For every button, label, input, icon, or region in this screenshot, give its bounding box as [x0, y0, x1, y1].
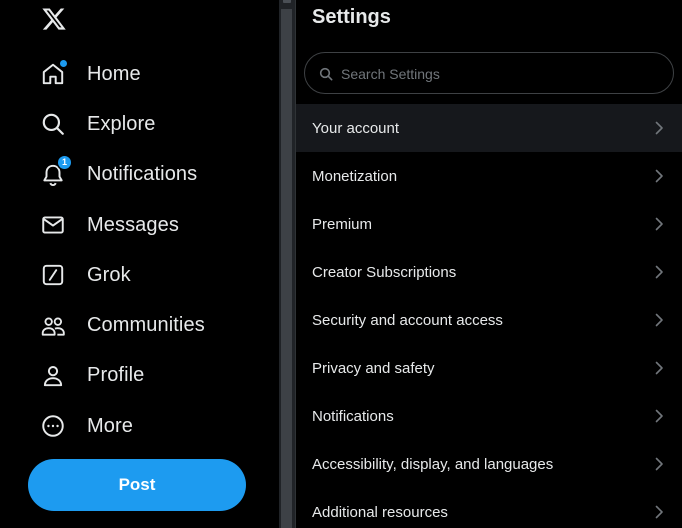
search-icon — [319, 67, 333, 81]
search-icon — [40, 111, 66, 137]
primary-nav: Home Explore 1 Notifications Messages Gr… — [0, 49, 278, 451]
envelope-icon — [40, 212, 66, 238]
nav-item-notifications[interactable]: 1 Notifications — [0, 150, 278, 200]
chevron-right-icon — [654, 217, 664, 231]
nav-item-grok[interactable]: Grok — [0, 250, 278, 300]
people-icon — [40, 313, 66, 339]
sidebar-scrollbar[interactable] — [279, 0, 295, 528]
chevron-right-icon — [654, 313, 664, 327]
settings-item-label: Notifications — [312, 407, 394, 425]
nav-item-explore[interactable]: Explore — [0, 99, 278, 149]
settings-item-label: Security and account access — [312, 311, 503, 329]
nav-item-more[interactable]: More — [0, 401, 278, 451]
settings-item-notifications[interactable]: Notifications — [296, 392, 682, 440]
home-icon — [40, 60, 67, 87]
settings-item-accessibility[interactable]: Accessibility, display, and languages — [296, 440, 682, 488]
nav-label: More — [87, 414, 133, 437]
nav-label: Home — [87, 62, 141, 85]
nav-label: Notifications — [87, 163, 198, 186]
settings-item-label: Monetization — [312, 167, 398, 185]
settings-list: Your account Monetization Premium Creato… — [296, 104, 682, 528]
nav-label: Communities — [87, 314, 205, 337]
settings-search-box[interactable] — [304, 52, 674, 95]
nav-item-communities[interactable]: Communities — [0, 300, 278, 350]
settings-panel: Settings Your account Monetization — [296, 0, 682, 528]
settings-item-additional-resources[interactable]: Additional resources — [296, 488, 682, 528]
nav-label: Messages — [87, 213, 179, 236]
more-circle-icon — [40, 413, 66, 439]
notification-count-badge: 1 — [58, 155, 71, 169]
settings-item-label: Accessibility, display, and languages — [312, 455, 554, 473]
nav-item-profile[interactable]: Profile — [0, 351, 278, 401]
settings-item-label: Additional resources — [312, 503, 448, 521]
scrollbar-thumb[interactable] — [281, 9, 292, 528]
nav-label: Explore — [87, 112, 156, 135]
chevron-right-icon — [654, 169, 664, 183]
settings-item-label: Creator Subscriptions — [312, 263, 457, 281]
person-icon — [40, 363, 66, 389]
app-window: Home Explore 1 Notifications Messages Gr… — [0, 0, 682, 528]
settings-item-monetization[interactable]: Monetization — [296, 152, 682, 200]
bell-icon: 1 — [40, 155, 71, 188]
settings-item-premium[interactable]: Premium — [296, 200, 682, 248]
page-title: Settings — [312, 6, 391, 28]
settings-item-label: Your account — [312, 119, 400, 137]
chevron-right-icon — [654, 505, 664, 519]
grok-icon — [40, 262, 66, 288]
chevron-right-icon — [654, 361, 664, 375]
nav-label: Grok — [87, 263, 131, 286]
nav-label: Profile — [87, 364, 145, 387]
sidebar: Home Explore 1 Notifications Messages Gr… — [0, 0, 278, 528]
nav-item-home[interactable]: Home — [0, 49, 278, 99]
settings-item-privacy[interactable]: Privacy and safety — [296, 344, 682, 392]
chevron-right-icon — [654, 409, 664, 423]
post-button[interactable]: Post — [28, 459, 246, 511]
settings-item-label: Privacy and safety — [312, 359, 435, 377]
settings-item-your-account[interactable]: Your account — [296, 104, 682, 152]
chevron-right-icon — [654, 121, 664, 135]
chevron-right-icon — [654, 457, 664, 471]
chevron-right-icon — [654, 265, 664, 279]
x-logo-icon[interactable] — [40, 6, 68, 32]
settings-item-creator-subscriptions[interactable]: Creator Subscriptions — [296, 248, 682, 296]
settings-item-label: Premium — [312, 215, 373, 233]
nav-item-messages[interactable]: Messages — [0, 200, 278, 250]
settings-item-security[interactable]: Security and account access — [296, 296, 682, 344]
settings-search-input[interactable] — [339, 53, 663, 95]
scroll-up-arrow[interactable] — [283, 0, 291, 3]
